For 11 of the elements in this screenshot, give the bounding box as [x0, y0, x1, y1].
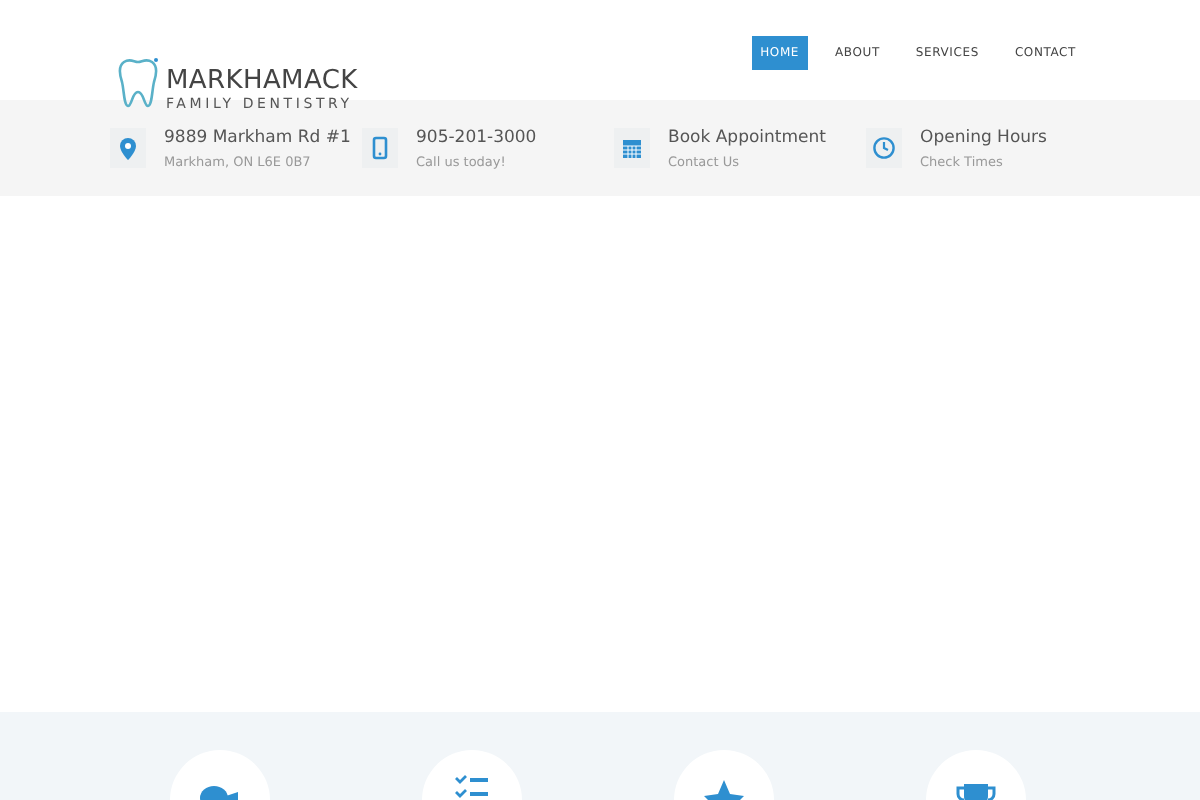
info-title: 9889 Markham Rd #1	[164, 127, 351, 147]
info-title: Opening Hours	[920, 127, 1047, 147]
map-pin-icon	[110, 127, 146, 167]
phone-icon	[362, 127, 398, 167]
checklist-icon	[454, 774, 490, 798]
calendar-icon	[614, 127, 650, 167]
info-title: 905-201-3000	[416, 127, 537, 147]
logo-name: MARKHAMACK	[166, 68, 358, 94]
info-title: Book Appointment	[668, 127, 826, 147]
tooth-logo-icon	[116, 56, 160, 112]
clock-icon	[866, 127, 902, 167]
